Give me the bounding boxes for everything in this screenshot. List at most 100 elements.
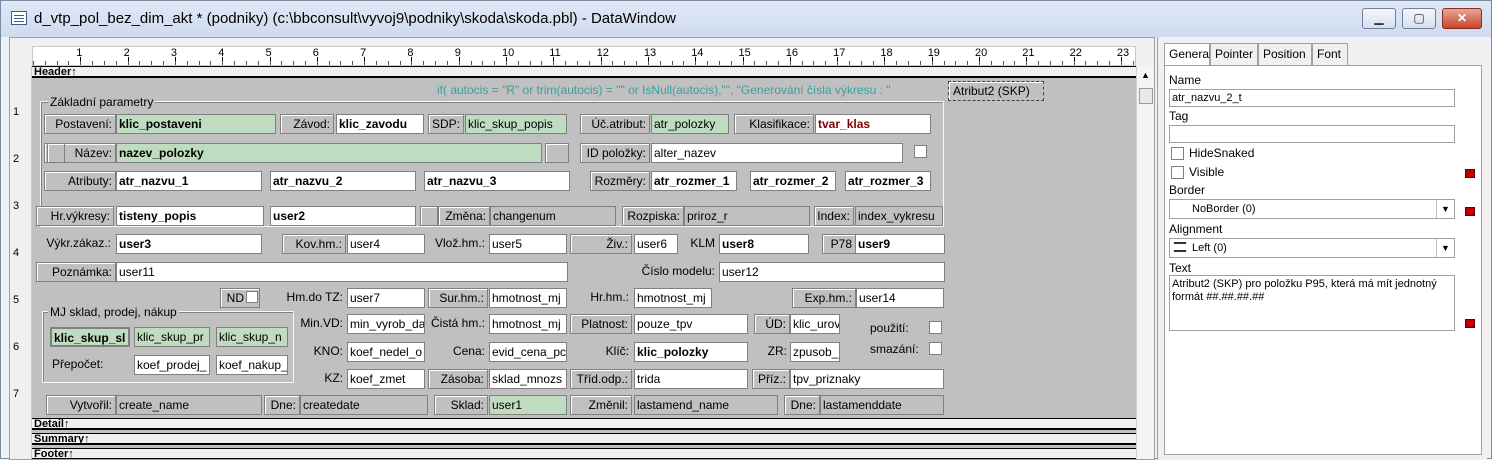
zr-label[interactable]: ZR: bbox=[754, 342, 790, 362]
klic-postaveni-field[interactable]: klic_postaveni bbox=[116, 114, 276, 134]
kz-label[interactable]: KZ: bbox=[294, 369, 346, 389]
tpv-priznaky-field[interactable]: tpv_priznaky bbox=[790, 369, 944, 389]
text-input[interactable]: Atribut2 (SKP) pro položku P95, která má… bbox=[1169, 275, 1455, 331]
klm-label[interactable]: KLM bbox=[682, 234, 718, 254]
atr-nazvu-3-field[interactable]: atr_nazvu_3 bbox=[424, 171, 570, 191]
hr-hm-label[interactable]: Hr.hm.: bbox=[580, 288, 632, 308]
atr-nazvu-2-field[interactable]: atr_nazvu_2 bbox=[270, 171, 416, 191]
rozpiska-label[interactable]: Rozpiska: bbox=[622, 206, 684, 226]
ud-label[interactable]: ÚD: bbox=[754, 314, 790, 334]
tisteny-popis-field[interactable]: tisteny_popis bbox=[116, 206, 264, 226]
priz-label[interactable]: Příz.: bbox=[752, 369, 790, 389]
dne-amended-label[interactable]: Dne: bbox=[784, 395, 820, 415]
close-button[interactable]: ✕ bbox=[1442, 8, 1482, 29]
klic-zavodu-field[interactable]: klic_zavodu bbox=[336, 114, 424, 134]
tab-general[interactable]: General bbox=[1164, 43, 1212, 66]
nazev-marker[interactable] bbox=[47, 143, 65, 163]
minimize-button[interactable]: ▁ bbox=[1362, 8, 1396, 29]
kno-label[interactable]: KNO: bbox=[294, 342, 346, 362]
hmotnost-mj-hr-field[interactable]: hmotnost_mj bbox=[634, 288, 712, 308]
cislo-modelu-label[interactable]: Číslo modelu: bbox=[622, 262, 718, 282]
sklad-label[interactable]: Sklad: bbox=[434, 395, 488, 415]
user9-field[interactable]: user9 bbox=[855, 234, 945, 254]
postaveni-label[interactable]: Postavení: bbox=[44, 114, 116, 134]
user7-field[interactable]: user7 bbox=[347, 288, 425, 308]
user14-field[interactable]: user14 bbox=[856, 288, 944, 308]
user3-field[interactable]: user3 bbox=[116, 234, 262, 254]
poznamka-label[interactable]: Poznámka: bbox=[36, 262, 116, 282]
klic-skup-popis-field[interactable]: klic_skup_popis bbox=[465, 114, 567, 134]
koef-nakup-field[interactable]: koef_nakup_ bbox=[216, 355, 288, 375]
cista-hm-label[interactable]: Čistá hm.: bbox=[426, 314, 488, 334]
nazev-polozky-field[interactable]: nazev_polozky bbox=[116, 143, 542, 163]
zmenil-label[interactable]: Změnil: bbox=[570, 395, 632, 415]
atr-nazvu-1-field[interactable]: atr_nazvu_1 bbox=[116, 171, 262, 191]
koef-prodej-field[interactable]: koef_prodej_ bbox=[134, 355, 210, 375]
klic-skup-n-field[interactable]: klic_skup_n bbox=[216, 327, 288, 347]
hmotnost-mj-cista-field[interactable]: hmotnost_mj bbox=[489, 314, 567, 334]
scroll-up-arrow-icon[interactable]: ▲ bbox=[1141, 70, 1150, 80]
alignment-dropdown[interactable]: Left (0) ▼ bbox=[1169, 238, 1455, 258]
border-expression-button[interactable] bbox=[1465, 207, 1475, 216]
header-band-bar[interactable]: Header↑ bbox=[32, 66, 1136, 78]
p78-label[interactable]: P78 bbox=[822, 234, 856, 254]
border-dropdown[interactable]: NoBorder (0) ▼ bbox=[1169, 199, 1455, 219]
zavod-label[interactable]: Závod: bbox=[280, 114, 334, 134]
detail-band-bar[interactable]: Detail↑ bbox=[32, 418, 1136, 430]
create-name-field[interactable]: create_name bbox=[116, 395, 262, 415]
uc-atribut-label[interactable]: Úč.atribut: bbox=[580, 114, 650, 134]
text-expression-button[interactable] bbox=[1465, 319, 1475, 328]
user8-field[interactable]: user8 bbox=[719, 234, 809, 254]
nd-checkbox[interactable] bbox=[246, 291, 258, 303]
koef-nedel-o-field[interactable]: koef_nedel_o bbox=[347, 342, 425, 362]
user1-field[interactable]: user1 bbox=[489, 395, 567, 415]
evid-cena-pc-field[interactable]: evid_cena_pc bbox=[489, 342, 567, 362]
summary-band-bar[interactable]: Summary↑ bbox=[32, 433, 1136, 445]
changenum-field[interactable]: changenum bbox=[490, 206, 616, 226]
cena-label[interactable]: Cena: bbox=[426, 342, 488, 362]
visible-expression-button[interactable] bbox=[1465, 169, 1475, 178]
sur-hm-label[interactable]: Sur.hm.: bbox=[428, 288, 488, 308]
trid-odp-label[interactable]: Tříd.odp.: bbox=[570, 369, 632, 389]
selected-text-object[interactable]: Atribut2 (SKP) bbox=[948, 81, 1044, 101]
klic-polozky-field[interactable]: klic_polozky bbox=[634, 342, 748, 362]
id-polozky-label[interactable]: ID položky: bbox=[580, 143, 650, 163]
tag-input[interactable] bbox=[1169, 125, 1455, 143]
kov-hm-label[interactable]: Kov.hm.: bbox=[282, 234, 346, 254]
min-vd-label[interactable]: Min.VD: bbox=[294, 314, 346, 334]
user11-field[interactable]: user11 bbox=[116, 262, 568, 282]
priroz-r-field[interactable]: priroz_r bbox=[684, 206, 810, 226]
klic-skup-sl-field[interactable]: klic_skup_sl bbox=[50, 327, 130, 347]
visible-checkbox[interactable] bbox=[1171, 166, 1184, 179]
atr-rozmer-3-field[interactable]: atr_rozmer_3 bbox=[845, 171, 931, 191]
vloz-hm-label[interactable]: Vlož.hm.: bbox=[426, 234, 488, 254]
vytvoril-label[interactable]: Vytvořil: bbox=[46, 395, 116, 415]
tab-font[interactable]: Font bbox=[1312, 43, 1348, 65]
user6-field[interactable]: user6 bbox=[634, 234, 678, 254]
hr-vykresy-label[interactable]: Hr.výkresy: bbox=[36, 206, 114, 226]
lastamend-name-field[interactable]: lastamend_name bbox=[634, 395, 778, 415]
chevron-down-icon[interactable]: ▼ bbox=[1436, 200, 1454, 218]
nazev-button[interactable] bbox=[545, 143, 569, 163]
chevron-down-icon[interactable]: ▼ bbox=[1436, 239, 1454, 257]
sklad-mnozs-field[interactable]: sklad_mnozs bbox=[489, 369, 567, 389]
zasoba-label[interactable]: Zásoba: bbox=[428, 369, 488, 389]
platnost-label[interactable]: Platnost: bbox=[570, 314, 632, 334]
id-polozky-checkbox[interactable] bbox=[914, 145, 927, 158]
sdp-label[interactable]: SDP: bbox=[428, 114, 464, 134]
hmotnost-mj-sur-field[interactable]: hmotnost_mj bbox=[489, 288, 567, 308]
index-vykresu-field[interactable]: index_vykresu bbox=[855, 206, 943, 226]
design-vertical-scrollbar[interactable]: ▲ bbox=[1136, 66, 1154, 459]
klasifikace-label[interactable]: Klasifikace: bbox=[734, 114, 814, 134]
user5-field[interactable]: user5 bbox=[489, 234, 567, 254]
tvar-klas-field[interactable]: tvar_klas bbox=[815, 114, 931, 134]
maximize-button[interactable]: ▢ bbox=[1402, 8, 1436, 29]
user4-field[interactable]: user4 bbox=[347, 234, 425, 254]
name-input[interactable]: atr_nazvu_2_t bbox=[1169, 89, 1455, 107]
scroll-thumb[interactable] bbox=[1139, 88, 1153, 104]
prepocet-label[interactable]: Přepočet: bbox=[50, 355, 130, 375]
atr-rozmer-2-field[interactable]: atr_rozmer_2 bbox=[750, 171, 836, 191]
klic-label[interactable]: Klíč: bbox=[570, 342, 632, 362]
tab-pointer[interactable]: Pointer bbox=[1210, 43, 1258, 65]
min-vyrob-da-field[interactable]: min_vyrob_da bbox=[347, 314, 425, 334]
